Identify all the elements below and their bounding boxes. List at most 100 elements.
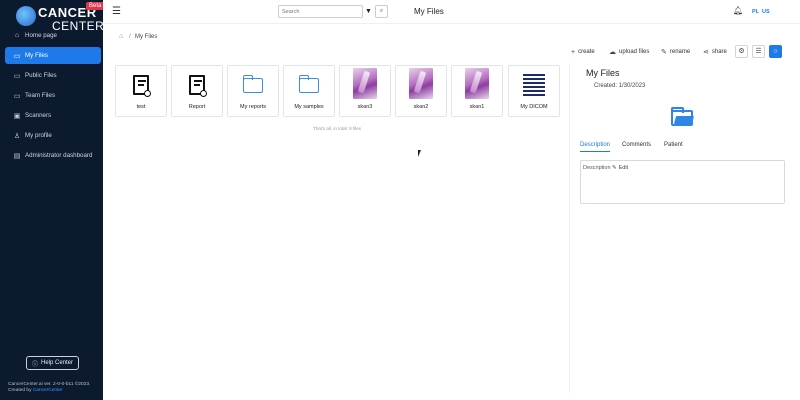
brain-logo-icon xyxy=(16,6,36,26)
panel-tabs: Description Comments Patient xyxy=(580,141,785,157)
sidebar-footer: CancerCenter.ai ver. 2-0-0-b11 ©2023. Cr… xyxy=(8,382,100,394)
sidebar-item-label: Public Files xyxy=(25,72,57,79)
dashboard-icon: ▤ xyxy=(13,152,21,160)
cloud-upload-icon: ☁ xyxy=(609,49,616,56)
settings-button[interactable]: ⚙ xyxy=(735,45,748,58)
file-name: My samples xyxy=(294,104,324,110)
folder-icon xyxy=(242,74,263,93)
help-center-label: Help Center xyxy=(41,360,74,366)
file-tile-skan2[interactable]: skan2 xyxy=(395,65,447,117)
pencil-icon: ✎ xyxy=(661,49,667,56)
file-tile-report[interactable]: Report xyxy=(171,65,223,117)
file-name: Report xyxy=(188,104,206,110)
file-name: My reports xyxy=(240,104,266,110)
scanner-icon: ▣ xyxy=(13,112,21,120)
scan-thumbnail xyxy=(353,68,377,99)
folder-tile-my-samples[interactable]: My samples xyxy=(283,65,335,117)
mouse-cursor xyxy=(418,150,424,157)
file-tile-test[interactable]: test xyxy=(115,65,167,117)
edit-label: Edit xyxy=(618,165,629,171)
sidebar-item-label: Administrator dashboard xyxy=(25,152,93,159)
sidebar-nav: ⌂ Home page ▭ My Files ▭ Public Files ▭ … xyxy=(5,27,101,167)
upload-files-button[interactable]: ☁ upload files xyxy=(609,47,649,57)
search-input[interactable] xyxy=(282,7,352,17)
lang-us-button[interactable]: US xyxy=(762,9,770,15)
search-box xyxy=(278,5,363,18)
folder-icon xyxy=(298,74,319,93)
top-bar: ☰ ▼ ⌕ My Files 🔔︎ PL US xyxy=(103,0,800,24)
search-button[interactable]: ⌕ xyxy=(375,5,388,18)
file-name: skan2 xyxy=(413,104,429,110)
file-name: test xyxy=(136,104,146,110)
sidebar: CANCER CENTERAI Beta ⌂ Home page ▭ My Fi… xyxy=(0,0,117,400)
rename-label: rename xyxy=(669,49,691,55)
sidebar-item-my-profile[interactable]: ♙ My profile xyxy=(5,127,101,144)
creator-link[interactable]: CancerCenter xyxy=(33,388,63,393)
plus-icon: + xyxy=(571,48,576,56)
sidebar-item-label: Team Files xyxy=(25,92,55,99)
file-count-text: That's all, in total: 8 files xyxy=(313,126,361,131)
report-icon xyxy=(133,75,151,97)
bell-icon[interactable]: 🔔︎ xyxy=(733,6,743,15)
sidebar-item-home[interactable]: ⌂ Home page xyxy=(5,27,101,44)
rename-button[interactable]: ✎ rename xyxy=(661,47,690,57)
scan-thumbnail xyxy=(465,68,489,99)
share-button[interactable]: ⋖ share xyxy=(703,47,727,57)
pencil-icon: ✎ xyxy=(612,165,617,171)
details-panel: My Files Created: 1/30/2023 Description … xyxy=(569,63,798,393)
filter-icon[interactable]: ▼ xyxy=(363,5,374,18)
share-icon: ⋖ xyxy=(703,49,709,56)
folder-icon: ▭ xyxy=(13,52,21,60)
scan-thumbnail xyxy=(409,68,433,99)
share-label: share xyxy=(711,49,727,55)
breadcrumb-separator: / xyxy=(129,34,131,40)
folder-icon: ▭ xyxy=(13,92,21,100)
tab-description[interactable]: Description xyxy=(580,142,611,152)
file-tile-my-dicom[interactable]: My DICOM xyxy=(508,65,560,117)
description-box: Description ✎ Edit xyxy=(580,160,785,204)
upload-label: upload files xyxy=(619,49,650,55)
created-by-text: Created by xyxy=(8,388,32,393)
list-view-button[interactable]: ☰ xyxy=(752,45,765,58)
create-button[interactable]: + create xyxy=(571,47,595,57)
create-label: create xyxy=(578,49,595,55)
menu-icon[interactable]: ☰ xyxy=(112,6,121,17)
sidebar-item-label: My profile xyxy=(25,132,52,139)
description-label: Description xyxy=(583,165,611,171)
sidebar-item-my-files[interactable]: ▭ My Files xyxy=(5,47,101,64)
dicom-icon xyxy=(523,74,545,96)
sidebar-item-admin-dashboard[interactable]: ▤ Administrator dashboard xyxy=(5,147,101,164)
breadcrumb-home-icon[interactable]: ⌂ xyxy=(119,33,123,40)
file-name: skan1 xyxy=(469,104,485,110)
breadcrumb-current: My Files xyxy=(135,34,158,40)
file-tile-skan1[interactable]: skan1 xyxy=(451,65,503,117)
folder-icon: ▭ xyxy=(13,72,21,80)
panel-title: My Files xyxy=(586,68,620,78)
sidebar-item-scanners[interactable]: ▣ Scanners xyxy=(5,107,101,124)
help-icon: ⓘ xyxy=(31,361,38,368)
info-panel-button[interactable]: ○ xyxy=(769,45,782,58)
open-folder-icon xyxy=(671,107,693,126)
created-by: Created by CancerCenter xyxy=(8,388,100,394)
file-grid: test Report My reports My samples skan3 … xyxy=(115,65,563,119)
home-icon: ⌂ xyxy=(14,32,20,39)
help-center-button[interactable]: ⓘ Help Center xyxy=(26,356,79,370)
edit-description-button[interactable]: ✎ Edit xyxy=(612,165,628,171)
file-name: My DICOM xyxy=(520,104,548,110)
lang-pl-button[interactable]: PL xyxy=(752,9,759,15)
sidebar-item-label: Home page xyxy=(25,32,57,39)
sidebar-item-team-files[interactable]: ▭ Team Files xyxy=(5,87,101,104)
sidebar-item-public-files[interactable]: ▭ Public Files xyxy=(5,67,101,84)
file-tile-skan3[interactable]: skan3 xyxy=(339,65,391,117)
gear-icon: ⚙ xyxy=(738,48,745,55)
search-icon: ⌕ xyxy=(379,8,384,14)
sidebar-item-label: Scanners xyxy=(25,112,52,119)
tab-patient[interactable]: Patient xyxy=(664,142,683,151)
page-title: My Files xyxy=(414,7,444,16)
info-icon: ○ xyxy=(773,48,778,55)
beta-badge: Beta xyxy=(86,2,105,10)
user-icon: ♙ xyxy=(13,132,21,140)
folder-tile-my-reports[interactable]: My reports xyxy=(227,65,279,117)
tab-comments[interactable]: Comments xyxy=(622,142,651,151)
created-date: Created: 1/30/2023 xyxy=(594,83,646,89)
